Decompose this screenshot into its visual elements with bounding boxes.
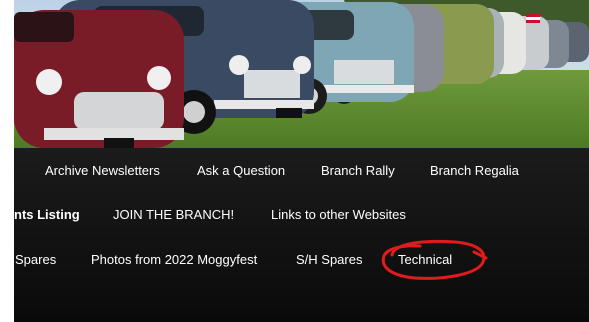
nav-photos-2022-moggyfest[interactable]: Photos from 2022 Moggyfest: [91, 252, 257, 268]
nav-branch-regalia[interactable]: Branch Regalia: [430, 163, 519, 179]
classic-cars-photo: [14, 0, 589, 148]
nav-archive-newsletters[interactable]: Archive Newsletters: [45, 163, 160, 179]
main-navigation: Archive Newsletters Ask a Question Branc…: [14, 148, 589, 322]
nav-branch-rally[interactable]: Branch Rally: [321, 163, 395, 179]
nav-events-listing[interactable]: nts Listing: [14, 207, 80, 223]
nav-join-the-branch[interactable]: JOIN THE BRANCH!: [113, 207, 234, 223]
header-banner-photo: [14, 0, 589, 148]
nav-links-to-other-websites[interactable]: Links to other Websites: [271, 207, 406, 223]
nav-ask-a-question[interactable]: Ask a Question: [197, 163, 285, 179]
nav-spares[interactable]: Spares: [15, 252, 56, 268]
nav-technical[interactable]: Technical: [398, 252, 452, 268]
nav-sh-spares[interactable]: S/H Spares: [296, 252, 362, 268]
